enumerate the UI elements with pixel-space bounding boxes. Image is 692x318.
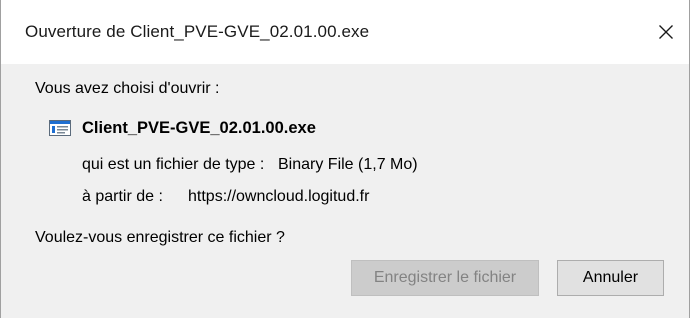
file-type-value: Binary File (1,7 Mo) (278, 156, 418, 173)
window-title: Ouverture de Client_PVE-GVE_02.01.00.exe (25, 22, 370, 41)
dialog-content: Vous avez choisi d'ouvrir : Client_PVE-G… (1, 64, 689, 318)
save-file-button[interactable]: Enregistrer le fichier (351, 260, 539, 296)
save-file-dialog: Ouverture de Client_PVE-GVE_02.01.00.exe… (0, 0, 690, 318)
source-label: à partir de : (82, 188, 163, 205)
file-name: Client_PVE-GVE_02.01.00.exe (82, 119, 316, 137)
title-bar[interactable]: Ouverture de Client_PVE-GVE_02.01.00.exe (1, 0, 689, 64)
cancel-button[interactable]: Annuler (557, 260, 664, 296)
close-button[interactable] (643, 12, 689, 52)
intro-text: Vous avez choisi d'ouvrir : (35, 80, 220, 97)
executable-file-icon (49, 120, 71, 136)
source-url: https://owncloud.logitud.fr (188, 188, 370, 205)
close-icon (658, 24, 674, 40)
file-type-label: qui est un fichier de type : (82, 156, 265, 173)
save-question: Voulez-vous enregistrer ce fichier ? (35, 229, 285, 246)
